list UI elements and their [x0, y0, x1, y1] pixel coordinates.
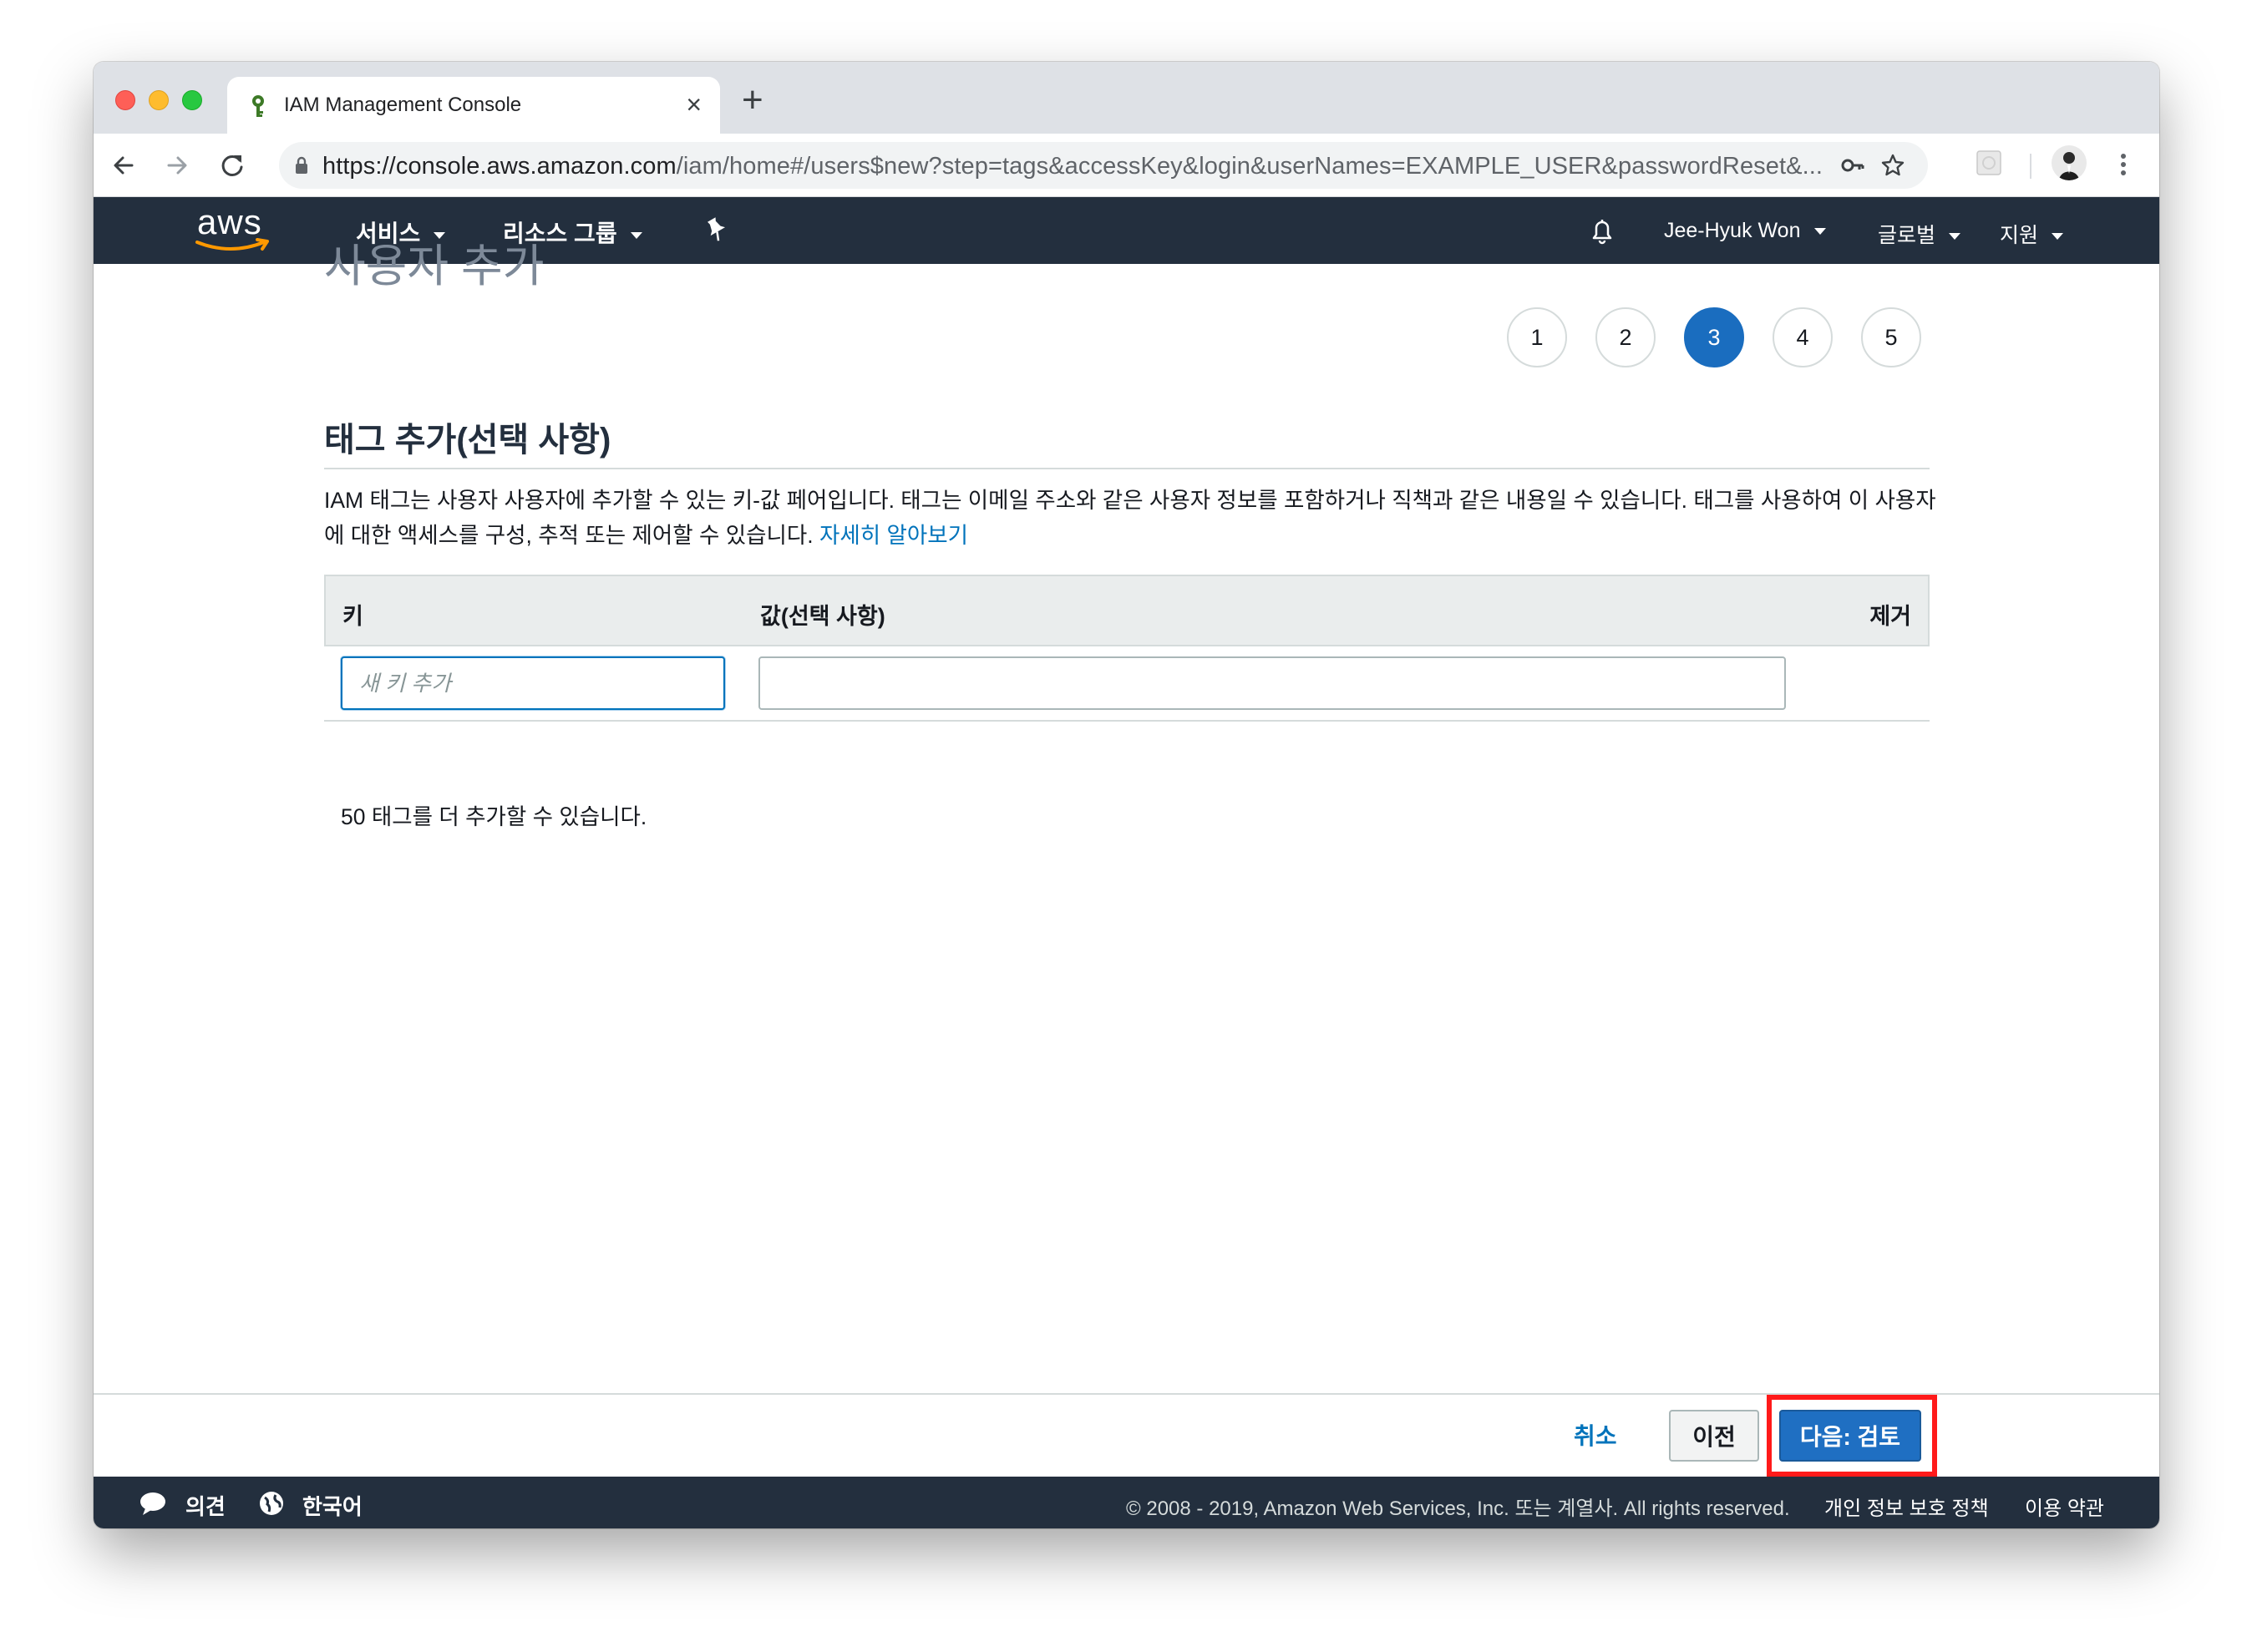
section-title: 태그 추가(선택 사항): [324, 422, 611, 459]
aws-logo[interactable]: aws: [194, 202, 274, 256]
region-menu[interactable]: 글로벌: [1878, 219, 1961, 249]
key-icon[interactable]: [1839, 152, 1866, 179]
page-title: 사용자 추가: [324, 241, 545, 291]
step-2[interactable]: 2: [1595, 307, 1656, 367]
tag-value-input[interactable]: [758, 656, 1786, 710]
url-text: https://console.aws.amazon.com/iam/home#…: [322, 153, 1823, 180]
pin-icon[interactable]: [702, 215, 730, 244]
new-tab-button[interactable]: +: [742, 82, 763, 119]
tag-table: 키 값(선택 사항) 제거: [324, 575, 1930, 722]
aws-logo-text: aws: [197, 202, 262, 241]
language-selector[interactable]: 한국어: [302, 1490, 363, 1521]
support-menu[interactable]: 지원: [2000, 219, 2064, 249]
profile-avatar[interactable]: [2052, 145, 2087, 180]
column-value: 값(선택 사항): [760, 604, 885, 629]
tag-row: [324, 646, 1930, 722]
feedback-link[interactable]: 의견: [185, 1490, 226, 1521]
chevron-down-icon: [630, 231, 642, 239]
account-menu[interactable]: Jee-Hyuk Won: [1664, 219, 1826, 243]
tag-table-header: 키 값(선택 사항) 제거: [324, 575, 1930, 646]
region-label: 글로벌: [1878, 224, 1936, 247]
notifications-bell-icon[interactable]: [1585, 214, 1619, 247]
previous-button[interactable]: 이전: [1669, 1410, 1759, 1462]
step-4: 4: [1773, 307, 1833, 367]
step-1[interactable]: 1: [1507, 307, 1567, 367]
toolbar-divider: [2030, 154, 2031, 179]
minimize-window-button[interactable]: [149, 90, 169, 110]
terms-of-use-link[interactable]: 이용 약관: [2025, 1492, 2104, 1521]
console-footer: 의견 한국어 © 2008 - 2019, Amazon Web Service…: [94, 1477, 2159, 1528]
chevron-down-icon: [2052, 233, 2064, 241]
aws-smile-icon: [195, 238, 269, 251]
browser-tab[interactable]: IAM Management Console ×: [227, 77, 720, 134]
column-key: 키: [342, 604, 363, 629]
maximize-window-button[interactable]: [182, 90, 202, 110]
extension-icon[interactable]: [1975, 149, 2003, 177]
globe-icon[interactable]: [257, 1490, 286, 1517]
tag-key-input[interactable]: [341, 656, 725, 710]
privacy-policy-link[interactable]: 개인 정보 보호 정책: [1824, 1492, 1989, 1521]
tab-close-icon[interactable]: ×: [686, 89, 702, 120]
lock-icon: [296, 156, 307, 174]
star-icon[interactable]: [1879, 152, 1906, 179]
copyright-text: © 2008 - 2019, Amazon Web Services, Inc.…: [1126, 1497, 1790, 1520]
iam-key-icon: [252, 95, 264, 117]
support-label: 지원: [2000, 224, 2039, 247]
section-description: IAM 태그는 사용자 사용자에 추가할 수 있는 키-값 페어입니다. 태그는…: [324, 483, 1945, 553]
browser-toolbar: https://console.aws.amazon.com/iam/home#…: [94, 134, 2159, 197]
chevron-down-icon: [1813, 228, 1826, 236]
section-divider: [324, 468, 1930, 469]
close-window-button[interactable]: [115, 90, 135, 110]
description-text: IAM 태그는 사용자 사용자에 추가할 수 있는 키-값 페어입니다. 태그는…: [324, 488, 1936, 548]
back-arrow-icon[interactable]: [107, 149, 140, 182]
tags-remaining-text: 50 태그를 더 추가할 수 있습니다.: [341, 804, 647, 829]
avatar-icon: [2059, 152, 2079, 180]
chevron-down-icon: [1949, 233, 1961, 241]
user-name: Jee-Hyuk Won: [1664, 219, 1801, 242]
learn-more-link[interactable]: 자세히 알아보기: [819, 523, 968, 548]
feedback-speech-bubble-icon[interactable]: [139, 1490, 167, 1517]
browser-window: IAM Management Console × + https://conso…: [94, 62, 2159, 1528]
highlight-box: [1767, 1395, 1937, 1477]
address-bar[interactable]: https://console.aws.amazon.com/iam/home#…: [279, 142, 1928, 189]
more-menu-icon[interactable]: [2115, 150, 2132, 179]
cancel-button[interactable]: 취소: [1574, 1418, 1617, 1452]
step-5: 5: [1861, 307, 1921, 367]
column-remove: 제거: [1869, 604, 1911, 629]
tab-strip: IAM Management Console × +: [94, 62, 2159, 134]
url-host: https://console.aws.amazon.com: [322, 153, 677, 180]
forward-arrow-icon[interactable]: [160, 149, 194, 182]
tab-title: IAM Management Console: [284, 94, 522, 116]
step-3-active: 3: [1684, 307, 1744, 367]
url-path: /iam/home#/users$new?step=tags&accessKey…: [676, 153, 1823, 180]
reload-icon[interactable]: [216, 149, 249, 182]
